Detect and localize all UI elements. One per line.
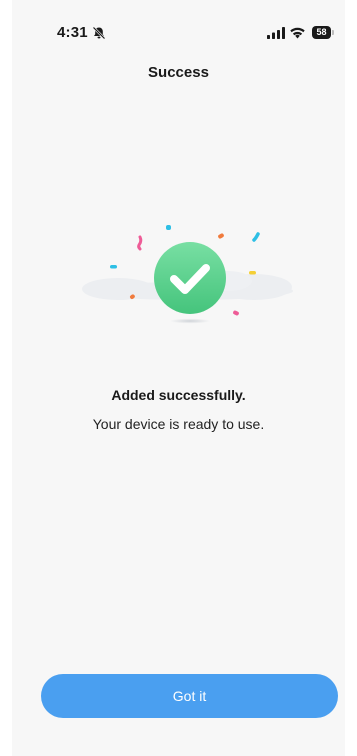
battery-icon: 58 [312,26,334,39]
success-illustration [82,225,293,324]
cellular-signal-icon [267,27,285,39]
status-time: 4:31 [57,24,88,41]
screen-edge-left [0,0,12,756]
success-screen: 4:31 58 Success Added successfully. Your… [0,0,357,756]
result-subtext: Your device is ready to use. [92,416,265,432]
checkmark-circle-icon [154,242,226,314]
bell-slash-icon [92,26,106,40]
result-heading: Added successfully. [111,387,246,403]
page-title: Success [148,64,209,81]
got-it-button[interactable]: Got it [41,674,338,718]
battery-body: 58 [312,26,331,39]
battery-cap [332,30,334,35]
screen-edge-right [345,0,357,756]
status-bar: 4:31 58 [12,0,345,62]
check-shadow [170,318,210,324]
battery-level: 58 [316,27,327,37]
wifi-icon [290,27,305,39]
